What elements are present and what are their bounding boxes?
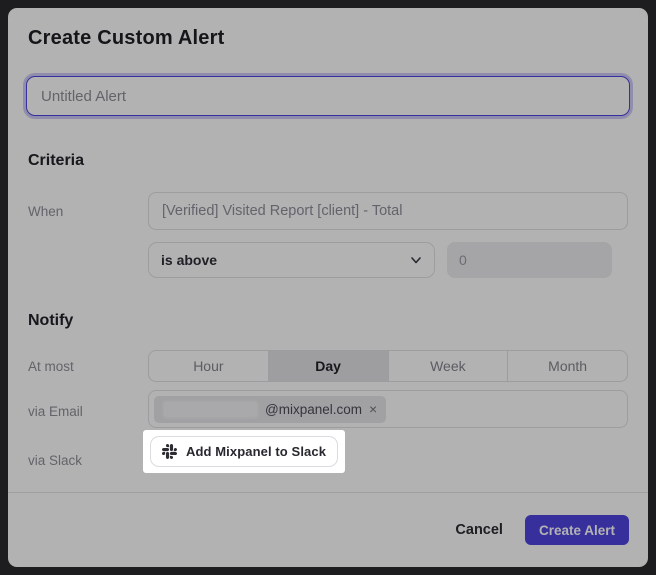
page-background: Create Custom Alert Criteria When is abo… <box>0 0 656 575</box>
add-mixpanel-to-slack-button[interactable]: Add Mixpanel to Slack <box>150 436 338 467</box>
slack-button-label: Add Mixpanel to Slack <box>186 444 326 459</box>
slack-spotlight: Add Mixpanel to Slack <box>143 430 345 473</box>
tour-dim-overlay <box>0 0 656 575</box>
slack-icon <box>162 444 177 459</box>
